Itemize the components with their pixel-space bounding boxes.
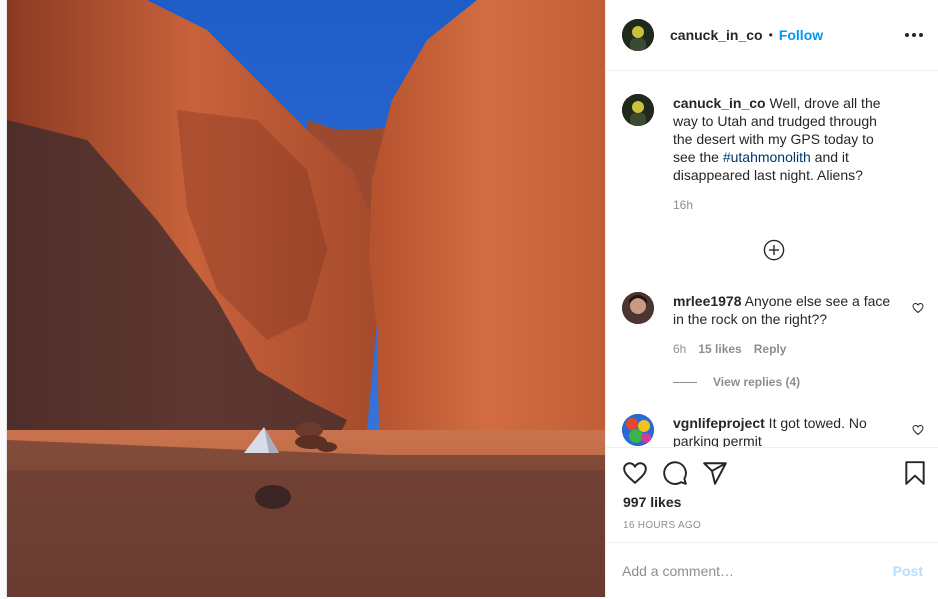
comment-input[interactable]: [622, 563, 893, 579]
avatar-icon[interactable]: [622, 94, 654, 126]
avatar-icon[interactable]: [622, 19, 654, 51]
post-panel: canuck_in_co • Follow canuck_in_co Well,…: [605, 0, 938, 599]
caption-time: 16h: [673, 198, 694, 212]
caption-meta: 16h: [673, 198, 693, 212]
hashtag-link[interactable]: #utahmonolith: [723, 149, 811, 165]
action-bar: 997 likes 16 HOURS AGO: [606, 447, 938, 542]
comment-time: 6h: [673, 342, 687, 356]
post-timestamp: 16 HOURS AGO: [623, 520, 702, 531]
reply-button[interactable]: Reply: [754, 342, 787, 356]
add-comment-bar: Post: [606, 542, 938, 599]
follow-button[interactable]: Follow: [779, 27, 823, 43]
paper-plane-icon[interactable]: [702, 460, 728, 486]
more-options-icon[interactable]: [905, 26, 923, 44]
separator-dot: •: [768, 28, 773, 42]
post-photo[interactable]: [7, 0, 605, 597]
post-comment-button[interactable]: Post: [893, 563, 923, 579]
canyon-photo-image: [7, 0, 605, 597]
comment-username[interactable]: vgnlifeproject: [673, 415, 765, 431]
comments-section[interactable]: canuck_in_co Well, drove all the way to …: [606, 72, 938, 447]
avatar-icon[interactable]: [622, 292, 654, 324]
view-replies-button[interactable]: View replies (4): [673, 375, 800, 389]
comment-text: mrlee1978 Anyone else see a face in the …: [673, 292, 891, 328]
heart-icon[interactable]: [622, 460, 648, 486]
heart-icon[interactable]: [912, 424, 924, 436]
caption-username[interactable]: canuck_in_co: [673, 95, 766, 111]
view-replies-label: View replies (4): [713, 375, 801, 389]
likes-count[interactable]: 997 likes: [623, 494, 681, 510]
bookmark-icon[interactable]: [902, 460, 928, 486]
window-edge: [0, 0, 7, 599]
avatar-icon[interactable]: [622, 414, 654, 446]
comment-likes[interactable]: 15 likes: [698, 342, 741, 356]
comment-icon[interactable]: [662, 460, 688, 486]
plus-circle-icon[interactable]: [763, 239, 785, 261]
author-username[interactable]: canuck_in_co: [670, 27, 763, 43]
post-header: canuck_in_co • Follow: [606, 0, 938, 71]
comment-text: vgnlifeproject It got towed. No parking …: [673, 414, 891, 447]
caption-text: canuck_in_co Well, drove all the way to …: [673, 94, 891, 184]
heart-icon[interactable]: [912, 302, 924, 314]
comment-username[interactable]: mrlee1978: [673, 293, 742, 309]
replies-divider: [673, 381, 697, 383]
comment-meta: 6h 15 likes Reply: [673, 342, 786, 356]
